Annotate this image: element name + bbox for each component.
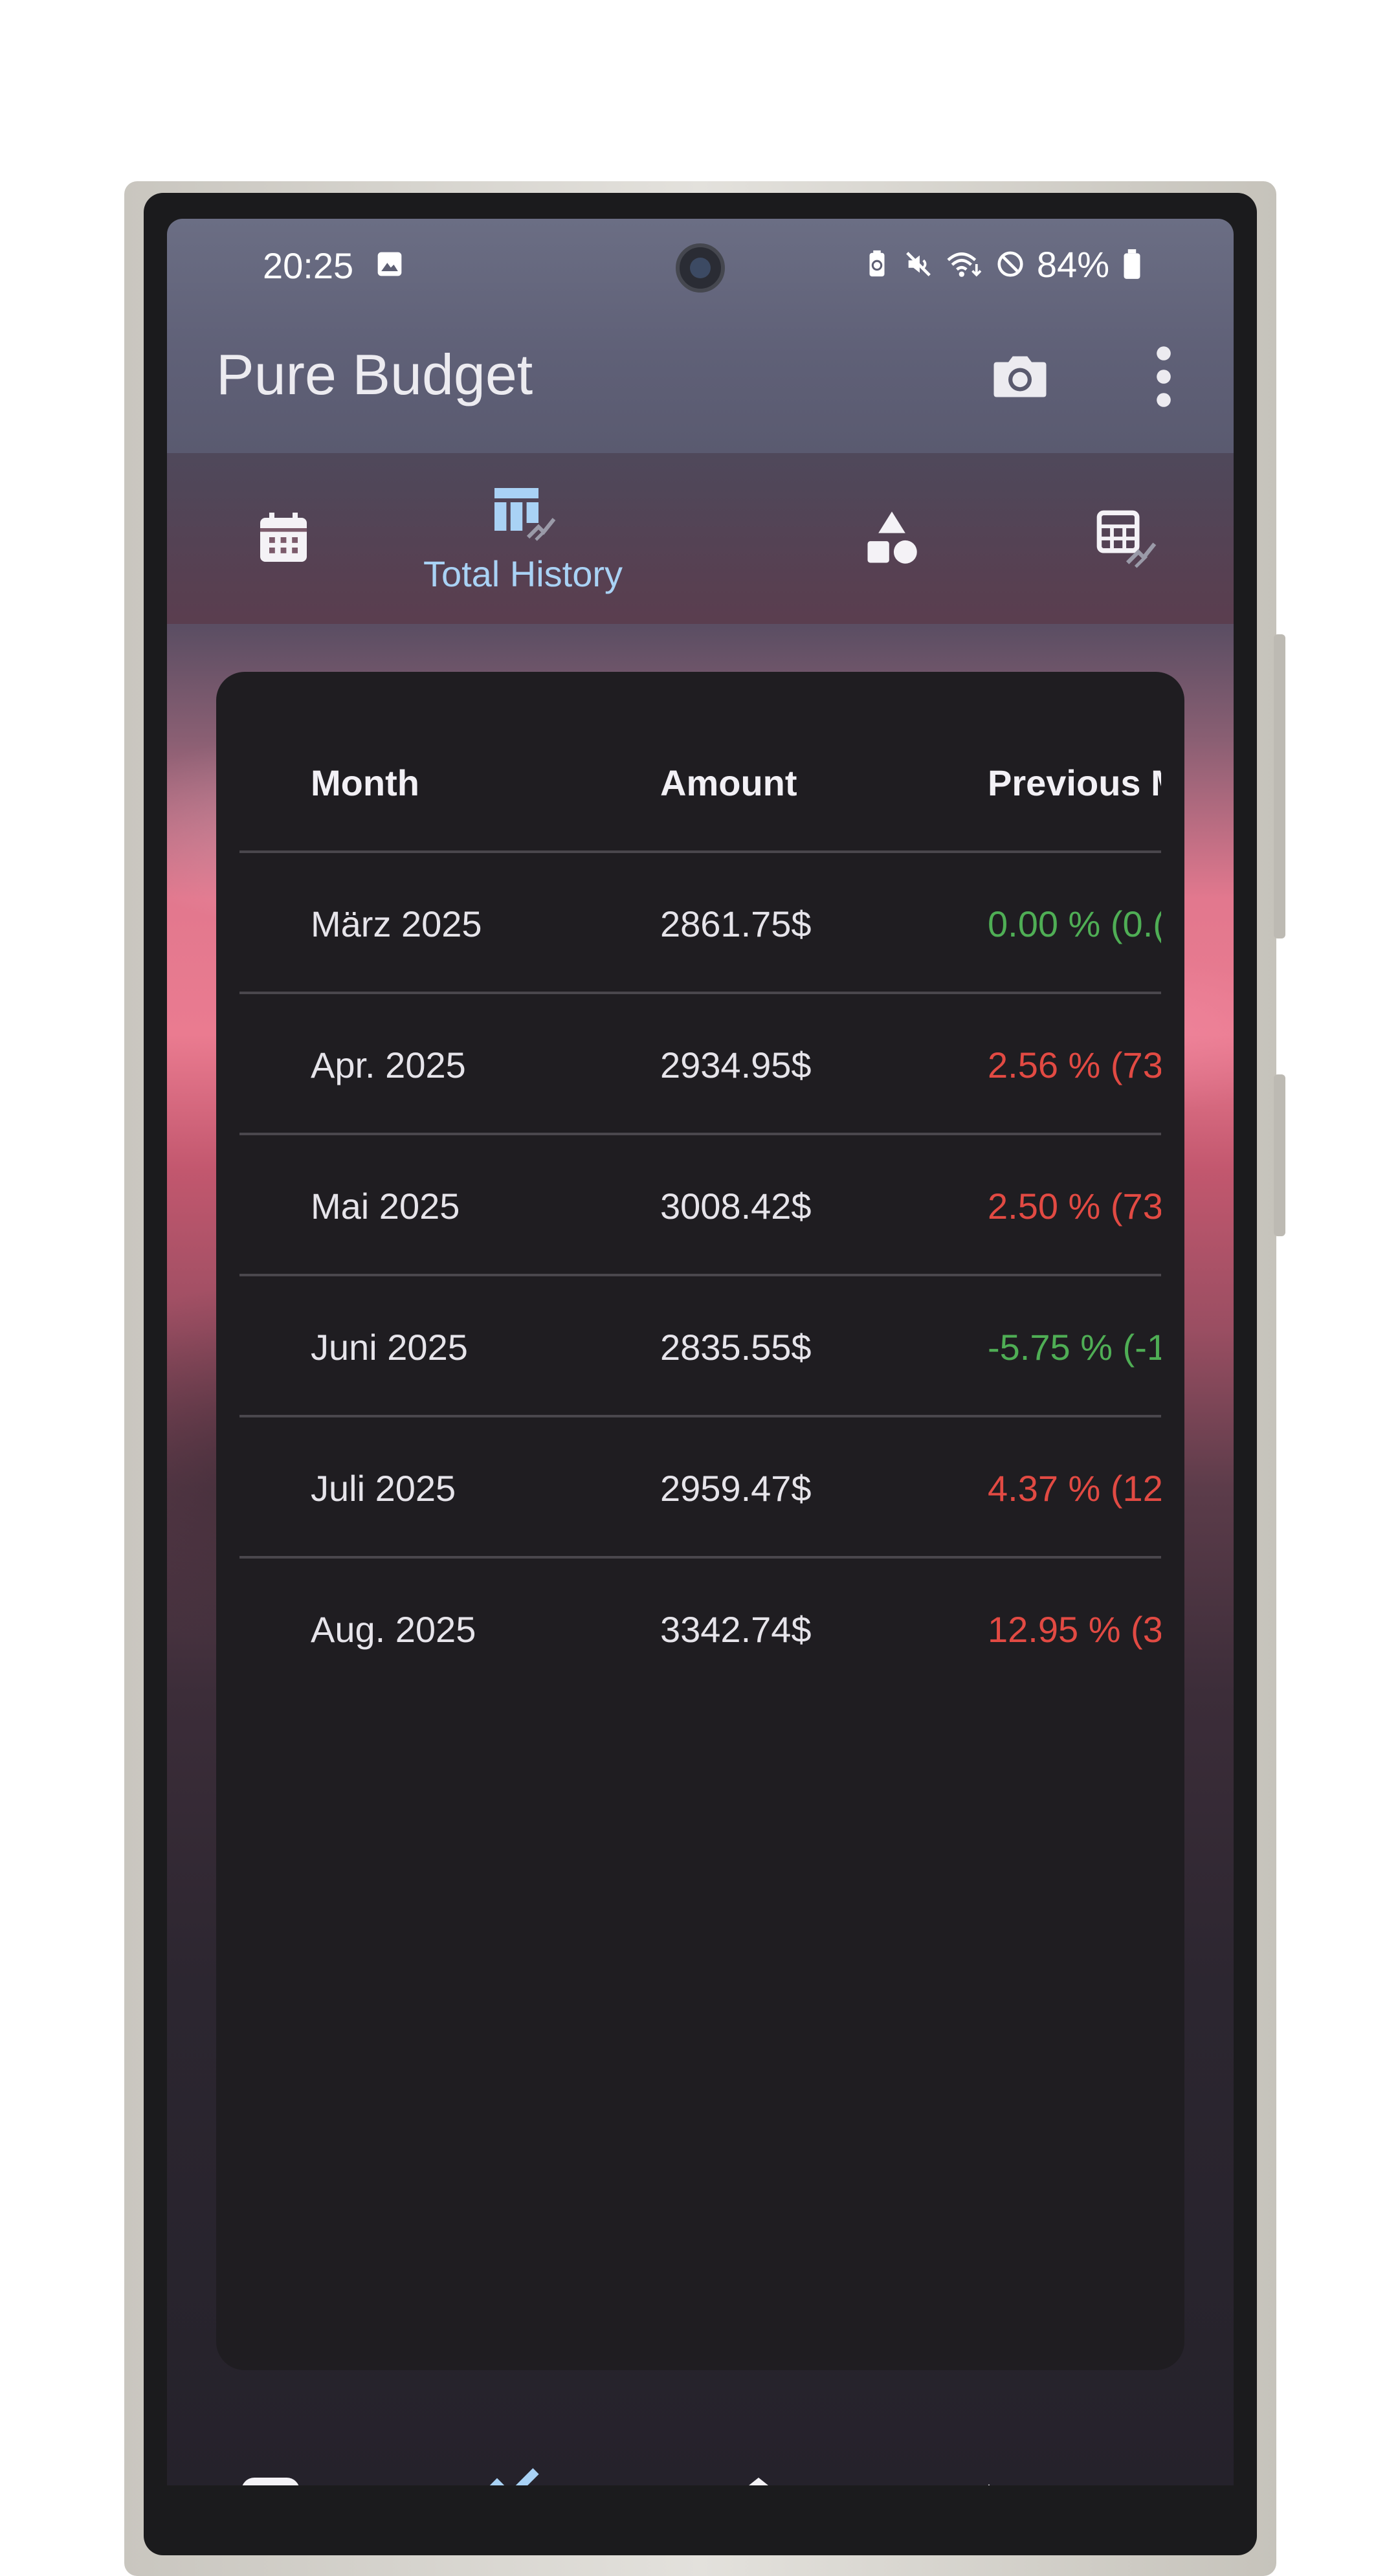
cell-previous-change: 4.37 % (12 bbox=[988, 1467, 1161, 1509]
cell-previous-change: -5.75 % (-1 bbox=[988, 1326, 1161, 1368]
do-not-disturb-icon bbox=[997, 251, 1023, 277]
cell-amount: 2835.55$ bbox=[660, 1326, 812, 1368]
status-time: 20:25 bbox=[263, 245, 354, 286]
cell-month: Juli 2025 bbox=[311, 1467, 456, 1509]
table-row[interactable]: Mai 2025 3008.42$ 2.50 % (73 bbox=[239, 1135, 1161, 1276]
table-row[interactable]: Juni 2025 2835.55$ -5.75 % (-1 bbox=[239, 1276, 1161, 1417]
cell-amount: 2959.47$ bbox=[660, 1467, 812, 1509]
more-vert-icon[interactable] bbox=[1144, 342, 1183, 412]
cell-amount: 3342.74$ bbox=[660, 1608, 812, 1650]
volume-button bbox=[1274, 1074, 1285, 1236]
cell-previous-change: 0.00 % (0.( bbox=[988, 903, 1161, 944]
table-row[interactable]: Juli 2025 2959.47$ 4.37 % (12 bbox=[239, 1417, 1161, 1559]
cell-month: März 2025 bbox=[311, 903, 482, 944]
calendar-icon bbox=[260, 513, 307, 562]
wifi-icon bbox=[947, 252, 982, 277]
tab-table[interactable] bbox=[1041, 453, 1209, 624]
battery-icon bbox=[1124, 249, 1140, 279]
cell-previous-change: 2.56 % (73 bbox=[988, 1044, 1161, 1085]
table-header: Month Amount Previous M bbox=[239, 712, 1161, 853]
table-chart-icon bbox=[494, 487, 556, 541]
history-table[interactable]: Month Amount Previous M März 2025 2861.7… bbox=[239, 672, 1161, 2370]
table-row[interactable]: Aug. 2025 3342.74$ 12.95 % (3 bbox=[239, 1559, 1161, 1700]
table-row[interactable]: Apr. 2025 2934.95$ 2.56 % (73 bbox=[239, 994, 1161, 1135]
status-bar: 20:25 84% bbox=[167, 219, 1234, 316]
tab-calendar[interactable] bbox=[206, 453, 361, 624]
cell-previous-change: 12.95 % (3 bbox=[988, 1608, 1161, 1650]
receipt-icon[interactable] bbox=[232, 2458, 309, 2485]
power-button bbox=[1274, 634, 1285, 938]
history-card: Month Amount Previous M März 2025 2861.7… bbox=[216, 672, 1184, 2370]
tab-bar: Total History bbox=[167, 453, 1234, 624]
tab-label-total-history: Total History bbox=[423, 553, 623, 594]
column-header-previous[interactable]: Previous M bbox=[988, 712, 1161, 853]
column-header-month[interactable]: Month bbox=[311, 712, 419, 853]
column-header-amount[interactable]: Amount bbox=[660, 712, 797, 853]
cell-amount: 2934.95$ bbox=[660, 1044, 812, 1085]
cell-month: Juni 2025 bbox=[311, 1326, 468, 1368]
table-chart-alt-icon bbox=[1096, 510, 1157, 568]
cell-previous-change: 2.50 % (73 bbox=[988, 1185, 1161, 1227]
cell-month: Mai 2025 bbox=[311, 1185, 460, 1227]
cell-amount: 2861.75$ bbox=[660, 903, 812, 944]
home-icon[interactable] bbox=[720, 2458, 797, 2485]
sync-icon[interactable] bbox=[1090, 2458, 1168, 2485]
image-icon bbox=[377, 252, 402, 276]
cell-month: Apr. 2025 bbox=[311, 1044, 466, 1085]
cell-month: Aug. 2025 bbox=[311, 1608, 476, 1650]
status-icons: 84% bbox=[862, 243, 1143, 285]
cell-amount: 3008.42$ bbox=[660, 1185, 812, 1227]
shapes-icon bbox=[867, 511, 917, 564]
table-row[interactable]: März 2025 2861.75$ 0.00 % (0.( bbox=[239, 853, 1161, 994]
screen: 20:25 84% Pure Budget Total History Mont… bbox=[167, 219, 1234, 2485]
front-camera bbox=[676, 243, 725, 293]
tab-total-history[interactable]: Total History bbox=[413, 453, 633, 624]
shapes-nav-icon[interactable] bbox=[950, 2458, 1028, 2485]
trending-icon[interactable] bbox=[471, 2458, 549, 2485]
camera-icon[interactable] bbox=[985, 342, 1055, 412]
battery-percent: 84% bbox=[1036, 243, 1109, 285]
bottom-nav bbox=[167, 2458, 1234, 2485]
tab-shapes[interactable] bbox=[814, 453, 970, 624]
battery-saver-icon bbox=[869, 250, 885, 277]
app-title: Pure Budget bbox=[216, 342, 533, 406]
mute-icon bbox=[906, 252, 931, 276]
